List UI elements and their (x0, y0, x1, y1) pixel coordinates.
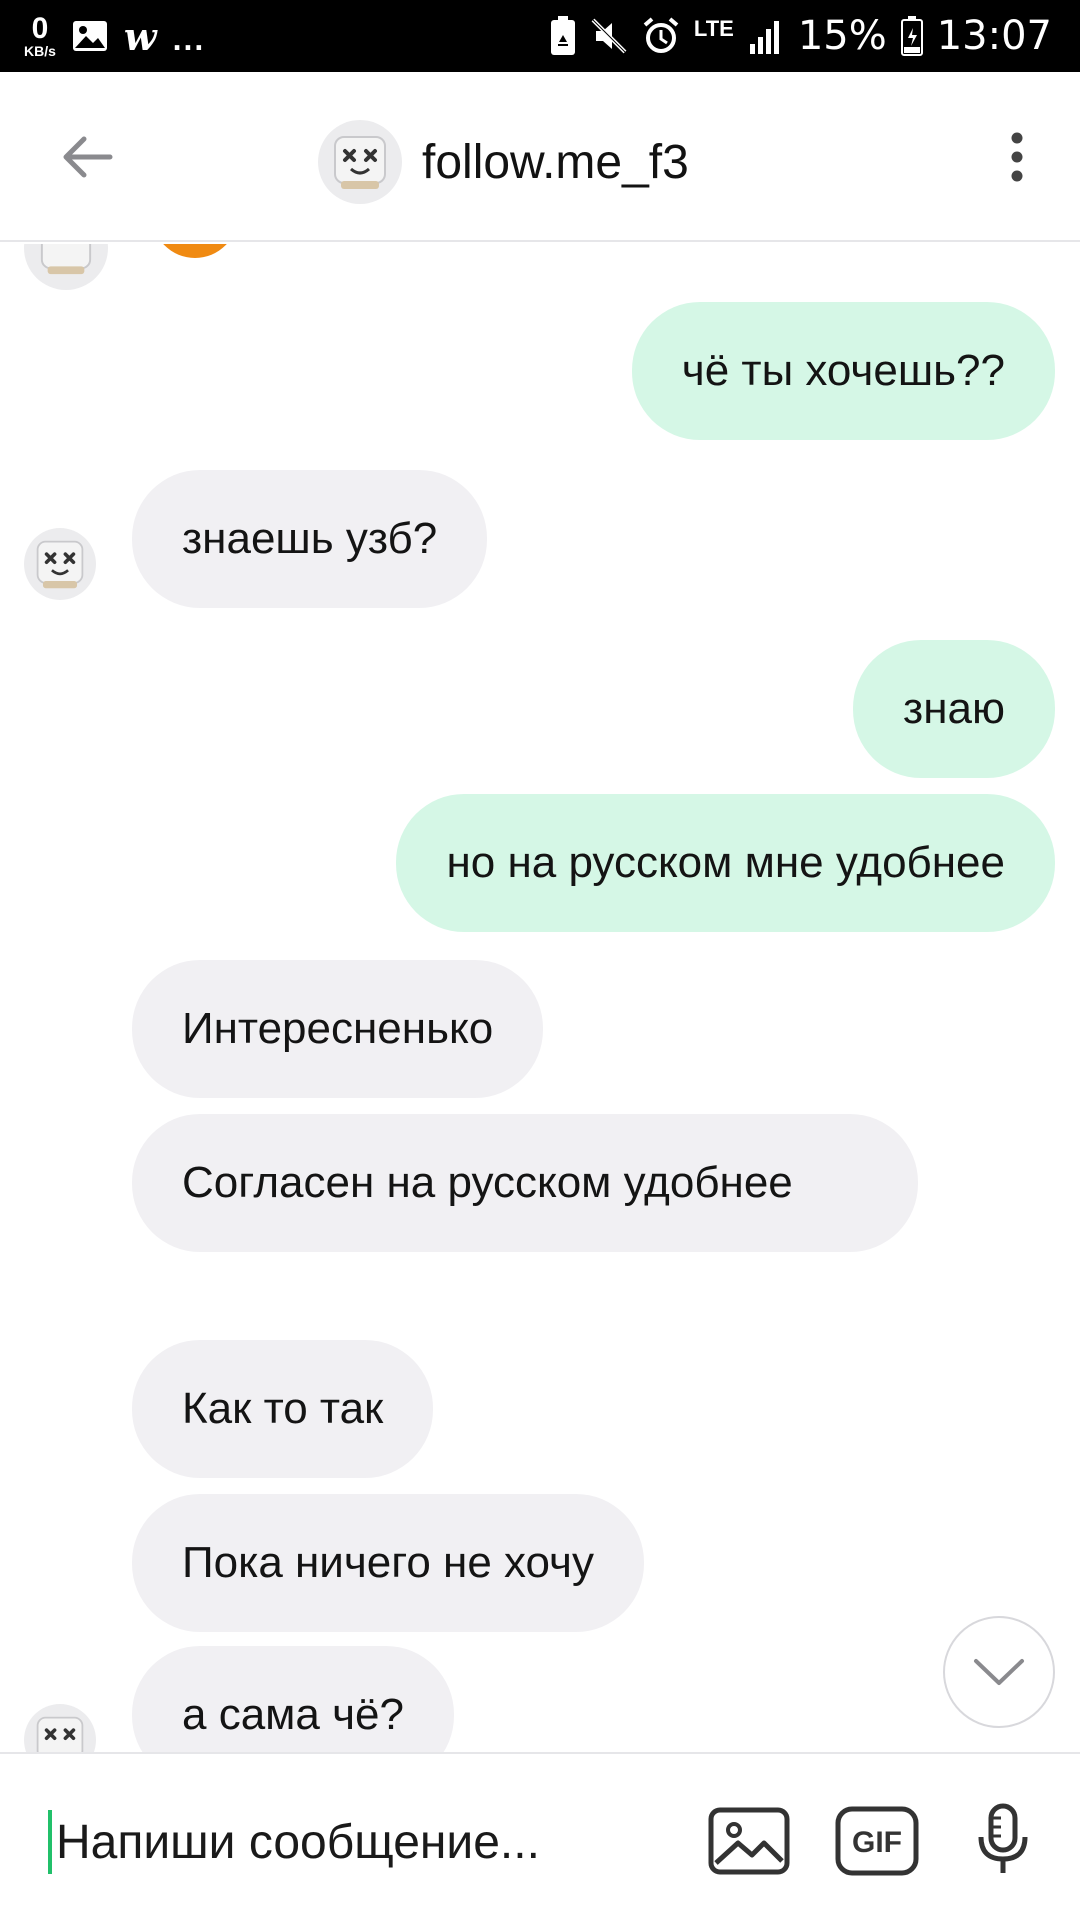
attach-image-button[interactable] (704, 1796, 794, 1886)
text-cursor (48, 1810, 52, 1874)
battery-icon (900, 16, 923, 56)
chevron-down-icon (974, 1659, 1024, 1685)
message-bubble-sent[interactable]: чё ты хочешь?? (631, 302, 1055, 440)
marshmello-avatar-icon (36, 1716, 84, 1754)
network-speed: 0 KB/s (24, 12, 56, 59)
battery-saver-icon (550, 16, 576, 56)
message-input-placeholder: Напиши сообщение... (56, 1815, 540, 1869)
network-speed-unit: KB/s (24, 43, 56, 59)
microphone-icon (978, 1803, 1028, 1873)
gif-button[interactable]: GIF (832, 1796, 922, 1886)
more-notifications-indicator: ... (172, 20, 206, 57)
message-bubble-sent[interactable]: но на русском мне удобнее (396, 794, 1055, 932)
image-icon (708, 1807, 790, 1875)
back-button[interactable] (52, 122, 122, 192)
message-bubble-received[interactable]: Как то так (132, 1340, 434, 1478)
sound-muted-icon (590, 17, 628, 55)
message-list[interactable]: чё ты хочешь?? знаешь узб? знаю но на ру… (0, 244, 1080, 1754)
gallery-icon (72, 20, 108, 52)
wattpad-icon: w (123, 13, 157, 59)
scroll-to-bottom-button[interactable] (943, 1616, 1055, 1728)
message-bubble-sent[interactable]: знаю (853, 640, 1055, 778)
signal-icon (748, 18, 784, 54)
avatar (24, 528, 96, 600)
network-type-label: LTE (693, 16, 734, 41)
message-bubble-received[interactable]: Интересненько (132, 960, 544, 1098)
alarm-icon (642, 17, 680, 55)
message-bubble-received[interactable]: знаешь узб? (132, 470, 488, 608)
chat-title: follow.me_f3 (422, 135, 689, 189)
status-bar: 0 KB/s w ... LTE 15% 13:07 (0, 0, 1080, 72)
marshmello-avatar-icon (36, 540, 84, 589)
avatar (24, 244, 108, 290)
avatar (24, 1704, 96, 1754)
more-options-button[interactable] (992, 122, 1042, 192)
clock: 13:07 (936, 13, 1052, 59)
message-bubble-received[interactable]: Согласен на русском удобнее (132, 1114, 918, 1252)
avatar (318, 120, 402, 204)
marshmello-avatar-icon (334, 136, 386, 189)
message-bubble-received[interactable]: Пока ничего не хочу (132, 1494, 644, 1632)
arrow-left-icon (63, 136, 113, 178)
message-composer: Напиши сообщение... GIF (0, 1752, 1080, 1920)
marshmello-avatar-icon (40, 244, 92, 275)
battery-percent: 15% (797, 13, 887, 59)
message-input[interactable]: Напиши сообщение... (48, 1802, 668, 1882)
gif-icon: GIF (835, 1806, 919, 1876)
gif-label: GIF (852, 1826, 902, 1859)
chat-header: follow.me_f3 (0, 72, 1080, 242)
message-bubble-received[interactable]: а сама чё? (132, 1646, 454, 1754)
more-vertical-icon (1011, 132, 1023, 182)
voice-message-button[interactable] (958, 1796, 1048, 1886)
emoji-sticker (152, 244, 238, 258)
chat-partner[interactable]: follow.me_f3 (318, 120, 689, 204)
network-speed-value: 0 (31, 12, 49, 45)
